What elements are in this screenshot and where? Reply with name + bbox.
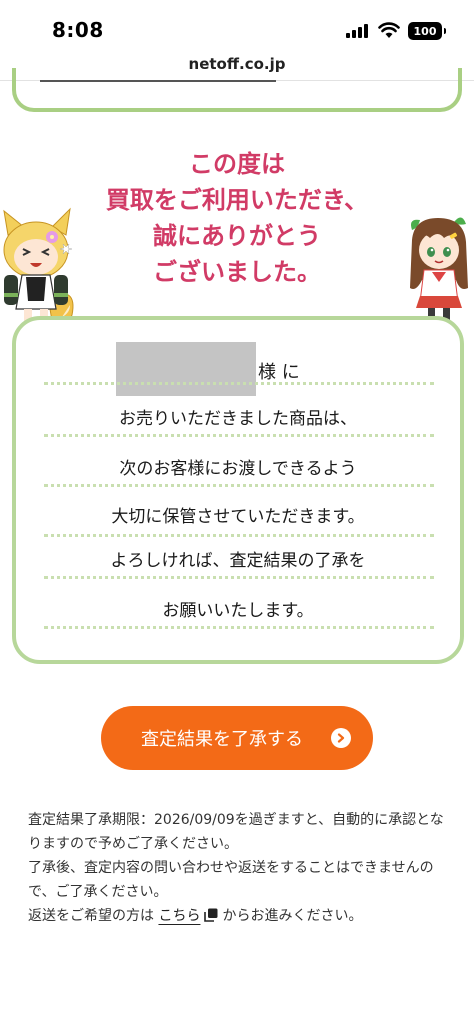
return-note: 返送をご希望の方は こちら からお進みください。 (28, 904, 450, 928)
no-return-note: 了承後、査定内容の問い合わせや返送をすることはできませんので、ご了承ください。 (28, 860, 434, 900)
external-window-icon (204, 908, 218, 922)
brown-hair-girl-character-illustration (410, 217, 468, 324)
dotted-divider (44, 576, 434, 579)
battery-icon: 100 (408, 22, 446, 40)
return-note-suffix: からお進みください。 (222, 908, 363, 924)
previous-section-frame (12, 68, 462, 112)
notes: 査定結果了承期限：2026/09/09を過ぎますと、自動的に承認となりますので予… (28, 808, 450, 928)
message-line: よろしければ、査定結果の了承を (110, 551, 366, 571)
customer-name-redacted (116, 342, 256, 396)
dotted-divider (44, 534, 434, 537)
fox-girl-character-illustration (3, 207, 74, 329)
return-link[interactable]: こちら (158, 908, 200, 924)
previous-section-line (40, 80, 276, 82)
honorific-label: 様 に (258, 362, 300, 383)
dotted-divider (44, 382, 434, 385)
status-time: 8:08 (52, 18, 104, 42)
message-line: お願いいたします。 (162, 601, 314, 621)
dotted-divider (44, 626, 434, 629)
deadline-note: 査定結果了承期限：2026/09/09を過ぎますと、自動的に承認となりますので予… (28, 812, 444, 852)
message-line: 次のお客様にお渡しできるよう (119, 459, 357, 479)
thanks-line: この度は (189, 149, 285, 178)
message-box: 様 に お売りいただきました商品は、 次のお客様にお渡しできるよう 大切に保管さ… (12, 316, 464, 664)
dotted-divider (44, 484, 434, 487)
accept-assessment-label: 査定結果を了承する (141, 729, 303, 750)
return-note-prefix: 返送をご希望の方は (28, 908, 154, 924)
message-line: 大切に保管させていただきます。 (111, 507, 365, 527)
message-line: お売りいただきました商品は、 (119, 409, 357, 429)
accept-assessment-button[interactable]: 査定結果を了承する (101, 706, 373, 770)
wifi-icon (378, 22, 400, 38)
status-bar: 8:08 100 (0, 0, 474, 50)
chevron-right-icon (331, 728, 351, 748)
signal-icon (346, 24, 370, 38)
dotted-divider (44, 434, 434, 437)
